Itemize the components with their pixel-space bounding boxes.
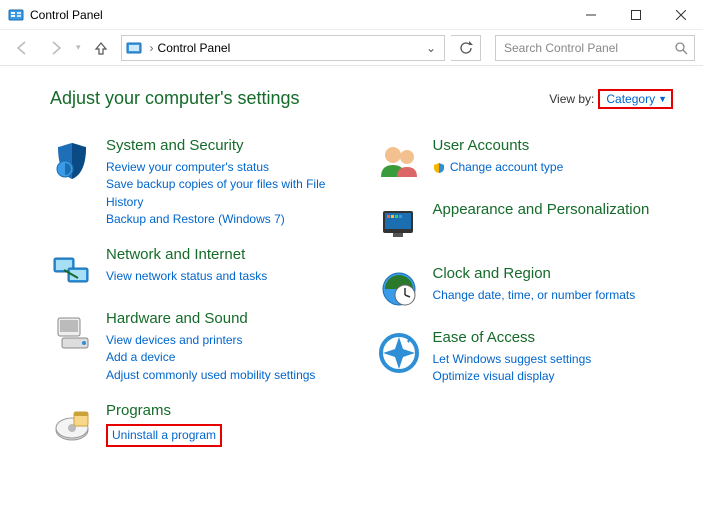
highlight-uninstall: Uninstall a program	[106, 424, 222, 447]
category-clock-region: Clock and Region Change date, time, or n…	[377, 265, 674, 311]
history-dropdown-icon[interactable]: ▾	[76, 42, 81, 53]
users-icon	[377, 139, 421, 183]
sub-link[interactable]: Adjust commonly used mobility settings	[106, 367, 347, 384]
category-title[interactable]: Hardware and Sound	[106, 310, 347, 329]
category-user-accounts: User Accounts Change account type	[377, 137, 674, 183]
chevron-down-icon[interactable]: ⌄	[422, 41, 440, 55]
category-columns: System and Security Review your computer…	[50, 137, 673, 466]
category-title[interactable]: Appearance and Personalization	[433, 201, 674, 220]
view-by: View by: Category ▼	[549, 89, 673, 109]
highlight-viewby: Category ▼	[598, 89, 673, 109]
sub-link[interactable]: Let Windows suggest settings	[433, 351, 674, 368]
navigation-bar: ▾ › Control Panel ⌄	[0, 30, 703, 66]
category-hardware: Hardware and Sound View devices and prin…	[50, 310, 347, 384]
category-network: Network and Internet View network status…	[50, 246, 347, 292]
control-panel-icon	[126, 40, 142, 56]
shield-small-icon	[433, 162, 445, 174]
page-title: Adjust your computer's settings	[50, 88, 549, 109]
chevron-right-icon: ›	[150, 41, 154, 55]
sub-link[interactable]: Change account type	[433, 159, 674, 176]
search-icon[interactable]	[674, 41, 688, 55]
sub-link[interactable]: View network status and tasks	[106, 268, 347, 285]
close-button[interactable]	[658, 1, 703, 29]
category-appearance: Appearance and Personalization	[377, 201, 674, 247]
category-system-security: System and Security Review your computer…	[50, 137, 347, 228]
appearance-icon	[377, 203, 421, 247]
maximize-button[interactable]	[613, 1, 658, 29]
sub-link-uninstall-program[interactable]: Uninstall a program	[112, 427, 216, 444]
sub-link[interactable]: Save backup copies of your files with Fi…	[106, 176, 347, 211]
category-title[interactable]: Network and Internet	[106, 246, 347, 265]
sub-link[interactable]: View devices and printers	[106, 332, 347, 349]
forward-button[interactable]	[42, 34, 70, 62]
category-title[interactable]: Programs	[106, 402, 347, 421]
shield-icon	[50, 139, 94, 183]
sub-link-label: Change account type	[450, 160, 563, 174]
sub-link[interactable]: Add a device	[106, 349, 347, 366]
content-header: Adjust your computer's settings View by:…	[50, 88, 673, 109]
sub-link[interactable]: Backup and Restore (Windows 7)	[106, 211, 347, 228]
content-area: Adjust your computer's settings View by:…	[0, 66, 703, 466]
network-icon	[50, 248, 94, 292]
control-panel-icon	[8, 7, 24, 23]
address-text: Control Panel	[158, 41, 422, 55]
sub-link[interactable]: Optimize visual display	[433, 368, 674, 385]
back-button[interactable]	[8, 34, 36, 62]
view-by-value: Category	[606, 92, 655, 106]
category-programs: Programs Uninstall a program	[50, 402, 347, 448]
minimize-button[interactable]	[568, 1, 613, 29]
clock-icon	[377, 267, 421, 311]
category-title[interactable]: Ease of Access	[433, 329, 674, 348]
chevron-down-icon: ▼	[658, 94, 667, 104]
category-title[interactable]: Clock and Region	[433, 265, 674, 284]
programs-icon	[50, 404, 94, 448]
right-column: User Accounts Change account type Appear…	[377, 137, 674, 466]
ease-icon	[377, 331, 421, 375]
search-box[interactable]	[495, 35, 695, 61]
view-by-label: View by:	[549, 92, 594, 106]
category-title[interactable]: System and Security	[106, 137, 347, 156]
sub-link[interactable]: Change date, time, or number formats	[433, 287, 674, 304]
title-bar: Control Panel	[0, 0, 703, 30]
view-by-dropdown[interactable]: Category ▼	[606, 92, 667, 106]
category-title[interactable]: User Accounts	[433, 137, 674, 156]
hardware-icon	[50, 312, 94, 356]
address-bar[interactable]: › Control Panel ⌄	[121, 35, 445, 61]
window-title: Control Panel	[30, 8, 568, 22]
category-ease-of-access: Ease of Access Let Windows suggest setti…	[377, 329, 674, 386]
refresh-button[interactable]	[451, 35, 481, 61]
left-column: System and Security Review your computer…	[50, 137, 347, 466]
sub-link[interactable]: Review your computer's status	[106, 159, 347, 176]
search-input[interactable]	[502, 40, 674, 56]
up-button[interactable]	[87, 34, 115, 62]
